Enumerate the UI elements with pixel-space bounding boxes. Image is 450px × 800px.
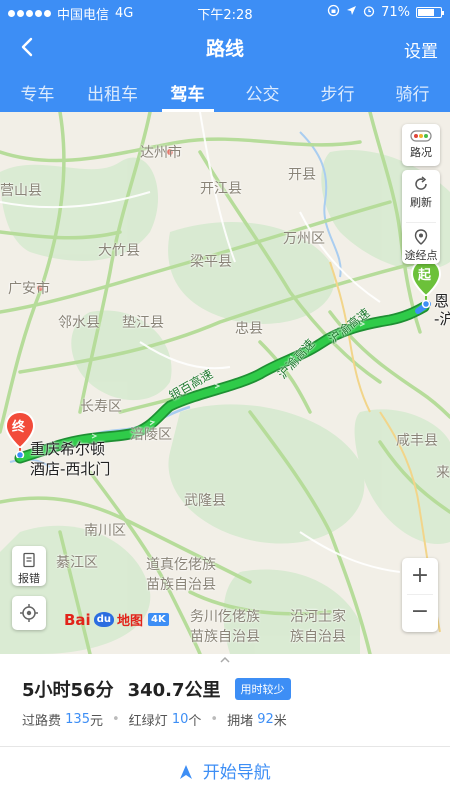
status-right: 71% [327, 4, 444, 21]
zoom-out-button[interactable]: − [402, 595, 438, 631]
waypoint-label: 途经点 [404, 249, 438, 262]
waypoint-icon [414, 229, 428, 245]
map-label-fuling: 涪陵区 [130, 427, 172, 443]
lights-value: 10 [171, 712, 189, 727]
end-marker-label: 终 [12, 420, 26, 435]
start-navigation-label: 开始导航 [202, 763, 271, 783]
zoom-in-button[interactable]: + [402, 558, 438, 594]
card-divider [0, 746, 450, 747]
waypoint-button[interactable]: 途经点 [402, 229, 440, 275]
map-label-daozhen-2: 苗族自治县 [146, 577, 216, 593]
map-label-wulong: 武隆县 [184, 493, 226, 509]
congestion-value: 92 [257, 712, 274, 727]
refresh-icon [415, 176, 427, 190]
route-main-info: 5小时56分 340.7公里 用时较少 [22, 676, 291, 702]
map-label-yingshan: 营山县 [0, 183, 42, 199]
map-tools-group: 刷新 途经点 [402, 170, 440, 264]
nav-bar: 路线 设置 [0, 24, 450, 70]
route-map[interactable]: 达州市 营山县 开江县 开县 大竹县 梁平县 万州区 广安市 邻水县 垫江县 忠… [0, 112, 450, 654]
status-bar: 中国电信 4G 下午2:28 71% [0, 0, 450, 24]
meta-separator: • [112, 712, 120, 727]
tab-drive[interactable]: 驾车 [150, 70, 225, 112]
settings-button[interactable]: 设置 [404, 37, 438, 62]
origin-name-2: -沪 [434, 310, 450, 328]
map-label-yanhe: 沿河土家 [290, 609, 346, 625]
traffic-label: 路况 [410, 146, 432, 159]
route-meta: 过路费 135 元 • 红绿灯 10 个 • 拥堵 92 米 [22, 710, 287, 729]
route-duration: 5小时56分 [22, 680, 114, 701]
report-label: 报错 [18, 572, 40, 585]
map-label-guangan: 广安市 [8, 281, 50, 297]
traffic-icon [410, 130, 432, 142]
map-label-yanhe-2: 族自治县 [290, 629, 346, 645]
header: 中国电信 4G 下午2:28 71% 路线 设置 专车 出租车 驾车 公交 步行… [0, 0, 450, 112]
map-label-dazhu: 大竹县 [98, 243, 140, 259]
map-label-nanchuan: 南川区 [84, 523, 126, 539]
logo-bai: Bai [64, 610, 91, 629]
route-summary-card[interactable]: 5小时56分 340.7公里 用时较少 过路费 135 元 • 红绿灯 10 个… [0, 654, 450, 800]
lights-unit: 个 [188, 714, 202, 729]
congestion-label: 拥堵 [227, 714, 254, 729]
map-label-dianjiang: 垫江县 [122, 315, 164, 331]
toll-value: 135 [65, 712, 90, 727]
destination-name-2: 酒店-西北门 [30, 460, 111, 478]
logo-paw: du [93, 612, 114, 627]
map-label-changshou: 长寿区 [80, 399, 122, 415]
tab-private-car[interactable]: 专车 [0, 70, 75, 112]
logo-map: 地图 [116, 614, 143, 629]
page-title: 路线 [205, 38, 244, 60]
map-label-wanzhou: 万州区 [283, 231, 325, 247]
lights-label: 红绿灯 [128, 714, 168, 729]
route-distance: 340.7公里 [127, 680, 221, 701]
tab-walk[interactable]: 步行 [300, 70, 375, 112]
toll-label: 过路费 [22, 714, 62, 729]
tools-divider [406, 222, 436, 223]
refresh-button[interactable]: 刷新 [402, 176, 440, 222]
location-arrow-icon [346, 5, 357, 20]
traffic-toggle[interactable]: 路况 [402, 124, 440, 166]
battery-icon [416, 7, 444, 18]
report-icon [23, 552, 35, 568]
map-label-linshui: 邻水县 [58, 315, 100, 331]
map-label-wuchuan: 务川仡佬族 [190, 609, 260, 625]
orientation-lock-icon [327, 4, 340, 21]
meta-separator: • [210, 712, 219, 727]
congestion-unit: 米 [273, 714, 287, 729]
battery-percent: 71% [381, 5, 410, 20]
tab-taxi[interactable]: 出租车 [75, 70, 150, 112]
locate-button[interactable] [12, 596, 46, 630]
tab-bike[interactable]: 骑行 [375, 70, 450, 112]
map-label-kaixian: 开县 [288, 167, 316, 183]
refresh-label: 刷新 [410, 196, 432, 209]
logo-version: 4K [148, 613, 169, 626]
map-label-dazhou: 达州市 [140, 145, 182, 161]
map-label-qijiang: 綦江区 [56, 555, 98, 571]
chevron-up-icon[interactable] [219, 656, 231, 664]
map-label-kaijiang: 开江县 [200, 181, 242, 197]
map-label-lai: 来 [436, 465, 450, 481]
transport-tabs: 专车 出租车 驾车 公交 步行 骑行 [0, 70, 450, 112]
toll-unit: 元 [89, 714, 103, 729]
map-label-xianfeng: 咸丰县 [396, 433, 438, 449]
zoom-controls: + − [402, 558, 438, 632]
route-tag-badge: 用时较少 [234, 678, 291, 700]
destination-name: 重庆希尔顿 [30, 440, 106, 458]
tab-transit[interactable]: 公交 [225, 70, 300, 112]
alarm-icon [363, 5, 375, 21]
map-label-daozhen: 道真仡佬族 [146, 557, 216, 573]
start-navigation-button[interactable]: 开始导航 [0, 758, 450, 783]
report-error-button[interactable]: 报错 [12, 546, 46, 586]
map-label-liangping: 梁平县 [190, 254, 232, 270]
map-label-zhongxian: 忠县 [235, 321, 263, 337]
map-label-wuchuan-2: 苗族自治县 [190, 629, 260, 645]
baidu-map-logo: Bai du 地图 4K [64, 610, 169, 629]
locate-icon [20, 604, 38, 622]
navigation-arrow-icon [180, 765, 193, 779]
